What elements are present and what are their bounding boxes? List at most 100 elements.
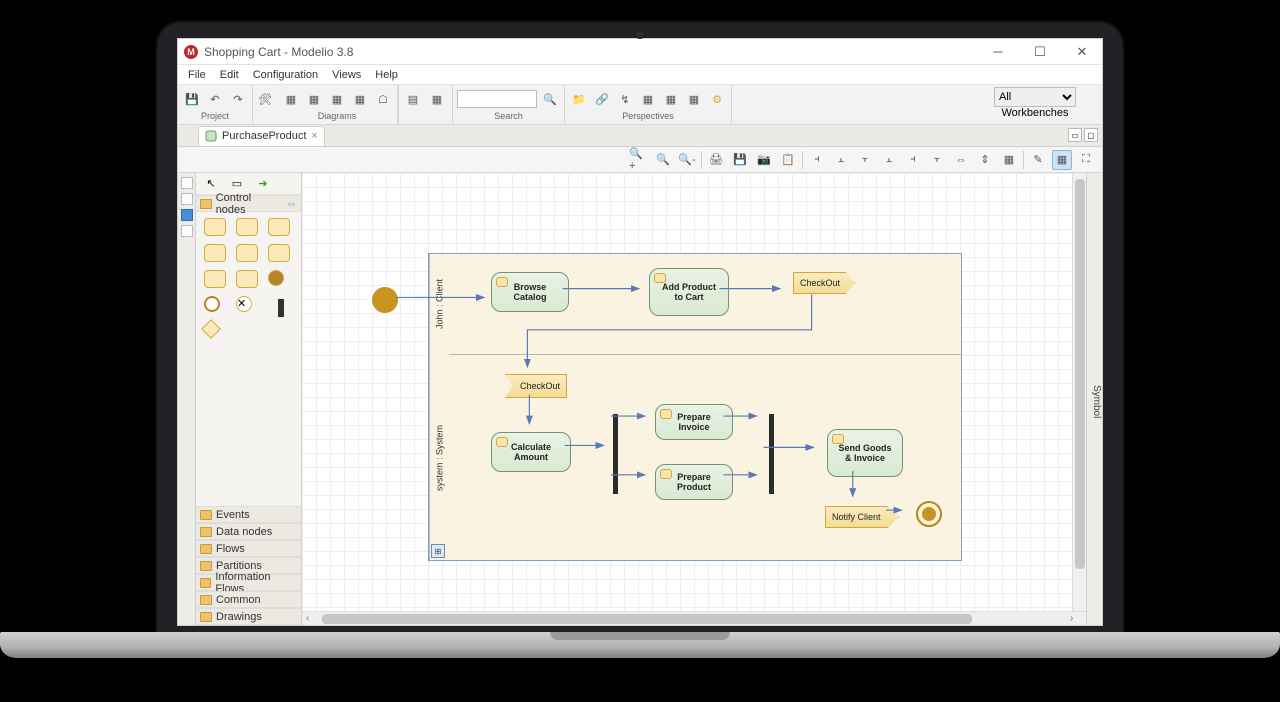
search-input[interactable] [457,90,537,108]
node-loop[interactable] [268,244,290,262]
align-middle-icon[interactable]: ⫞ [903,150,923,170]
expand-icon[interactable]: ⛶ [1076,150,1096,170]
tools-icon[interactable]: 🛠 [255,89,275,109]
rail-item-2[interactable] [181,193,193,205]
activity-send-goods[interactable]: Send Goods & Invoice [827,429,903,477]
final-node[interactable] [916,501,942,527]
node-decision[interactable] [201,319,221,339]
view-min-icon[interactable]: ▭ [1068,128,1082,142]
canvas-area: OK John : Client system : System ⊞ Brows… [302,173,1086,625]
horizontal-scrollbar[interactable]: ‹ › [302,611,1086,625]
palette-section-flows[interactable]: Flows [196,540,301,557]
fork-bar-1[interactable] [613,414,618,494]
menu-configuration[interactable]: Configuration [247,67,324,83]
minimize-button[interactable]: ─ [984,43,1012,61]
grid-toggle-icon[interactable]: ▦ [999,150,1019,170]
snap-icon[interactable]: ✎ [1028,150,1048,170]
align-center-icon[interactable]: ⫠ [831,150,851,170]
node-call[interactable] [236,218,258,236]
rail-item-1[interactable] [181,177,193,189]
menu-views[interactable]: Views [326,67,367,83]
zoom-out-icon[interactable]: 🔍- [677,150,697,170]
tab-close-icon[interactable]: × [311,130,317,142]
fork-bar-2[interactable] [769,414,774,494]
node-final[interactable] [204,296,220,312]
node-expansion[interactable] [236,270,258,288]
tab-purchaseproduct[interactable]: PurchaseProduct × [198,126,325,146]
activity-prepare-invoice[interactable]: Prepare Invoice [655,404,733,440]
rail-item-3[interactable] [181,209,193,221]
module-icon[interactable]: ⚙ [707,89,727,109]
palette-section-information-flows[interactable]: Information Flows [196,574,301,591]
save-icon[interactable]: 💾 [182,89,202,109]
signal-checkout-recv[interactable]: CheckOut [505,374,567,398]
persp2-icon[interactable]: ▦ [661,89,681,109]
grid-icon[interactable]: ▦ [426,89,448,109]
signal-notify-client[interactable]: Notify Client [825,506,899,528]
undo-icon[interactable]: ↶ [205,89,225,109]
print-icon[interactable]: 🖨 [706,150,726,170]
align-top-icon[interactable]: ⫠ [879,150,899,170]
menubar: File Edit Configuration Views Help [178,65,1102,85]
folder-icon[interactable]: 📁 [569,89,589,109]
vertical-scrollbar[interactable] [1072,173,1086,611]
save-diagram-icon[interactable]: 💾 [730,150,750,170]
diagram-canvas[interactable]: OK John : Client system : System ⊞ Brows… [302,173,1086,611]
link2-icon[interactable]: ↯ [615,89,635,109]
diagram2-icon[interactable]: ▦ [304,89,324,109]
diagram1-icon[interactable]: ▦ [281,89,301,109]
pointer-tool-icon[interactable]: ↖ [202,176,220,192]
persp3-icon[interactable]: ▦ [684,89,704,109]
layout1-icon[interactable]: ▤ [403,89,423,109]
node-structured[interactable] [236,244,258,262]
node-flow-final[interactable]: ✕ [236,296,252,312]
menu-file[interactable]: File [182,67,212,83]
align-right-icon[interactable]: ⫟ [855,150,875,170]
symbol-panel-tab[interactable]: Symbol [1086,173,1102,625]
distribute-h-icon[interactable]: ⇔ [951,150,971,170]
node-send[interactable] [268,218,290,236]
activity-browse-catalog[interactable]: Browse Catalog [491,272,569,312]
activity-prepare-product[interactable]: Prepare Product [655,464,733,500]
rail-item-4[interactable] [181,225,193,237]
zoom-reset-icon[interactable]: 🔍 [653,150,673,170]
view-max-icon[interactable]: ▢ [1084,128,1098,142]
menu-edit[interactable]: Edit [214,67,245,83]
diagram5-icon[interactable]: ☖ [373,89,393,109]
node-accept[interactable] [204,244,226,262]
grid-show-icon[interactable]: ▦ [1052,150,1072,170]
workbench-select[interactable]: All [994,87,1076,107]
initial-node[interactable] [372,287,398,313]
redo-icon[interactable]: ↷ [228,89,248,109]
palette-section-drawings[interactable]: Drawings [196,608,301,625]
palette-section-common[interactable]: Common [196,591,301,608]
align-left-icon[interactable]: ⫞ [807,150,827,170]
link1-icon[interactable]: 🔗 [592,89,612,109]
close-button[interactable]: ✕ [1068,43,1096,61]
distribute-v-icon[interactable]: ⇕ [975,150,995,170]
zoom-in-icon[interactable]: 🔍+ [629,150,649,170]
node-initial[interactable] [268,270,284,286]
copy-icon[interactable]: 📋 [778,150,798,170]
palette-section-events[interactable]: Events [196,506,301,523]
pool-collapse-icon[interactable]: ⊞ [431,544,445,558]
activity-add-product[interactable]: Add Product to Cart [649,268,729,316]
menu-help[interactable]: Help [369,67,404,83]
align-bottom-icon[interactable]: ⫟ [927,150,947,170]
node-action[interactable] [204,218,226,236]
marquee-tool-icon[interactable]: ▭ [228,176,246,192]
palette-section-data-nodes[interactable]: Data nodes [196,523,301,540]
persp1-icon[interactable]: ▦ [638,89,658,109]
diagram4-icon[interactable]: ▦ [350,89,370,109]
node-region[interactable] [204,270,226,288]
node-fork[interactable] [278,299,284,317]
diagram3-icon[interactable]: ▦ [327,89,347,109]
activity-pool[interactable]: John : Client system : System ⊞ Browse C… [428,253,962,561]
palette-section-control-nodes[interactable]: Control nodes ⇔ [196,195,301,212]
snapshot-icon[interactable]: 📷 [754,150,774,170]
search-icon[interactable]: 🔍 [540,89,560,109]
activity-calculate-amount[interactable]: Calculate Amount [491,432,571,472]
signal-checkout[interactable]: CheckOut [793,272,855,294]
maximize-button[interactable]: ☐ [1026,43,1054,61]
flow-tool-icon[interactable]: ➜ [254,176,272,192]
